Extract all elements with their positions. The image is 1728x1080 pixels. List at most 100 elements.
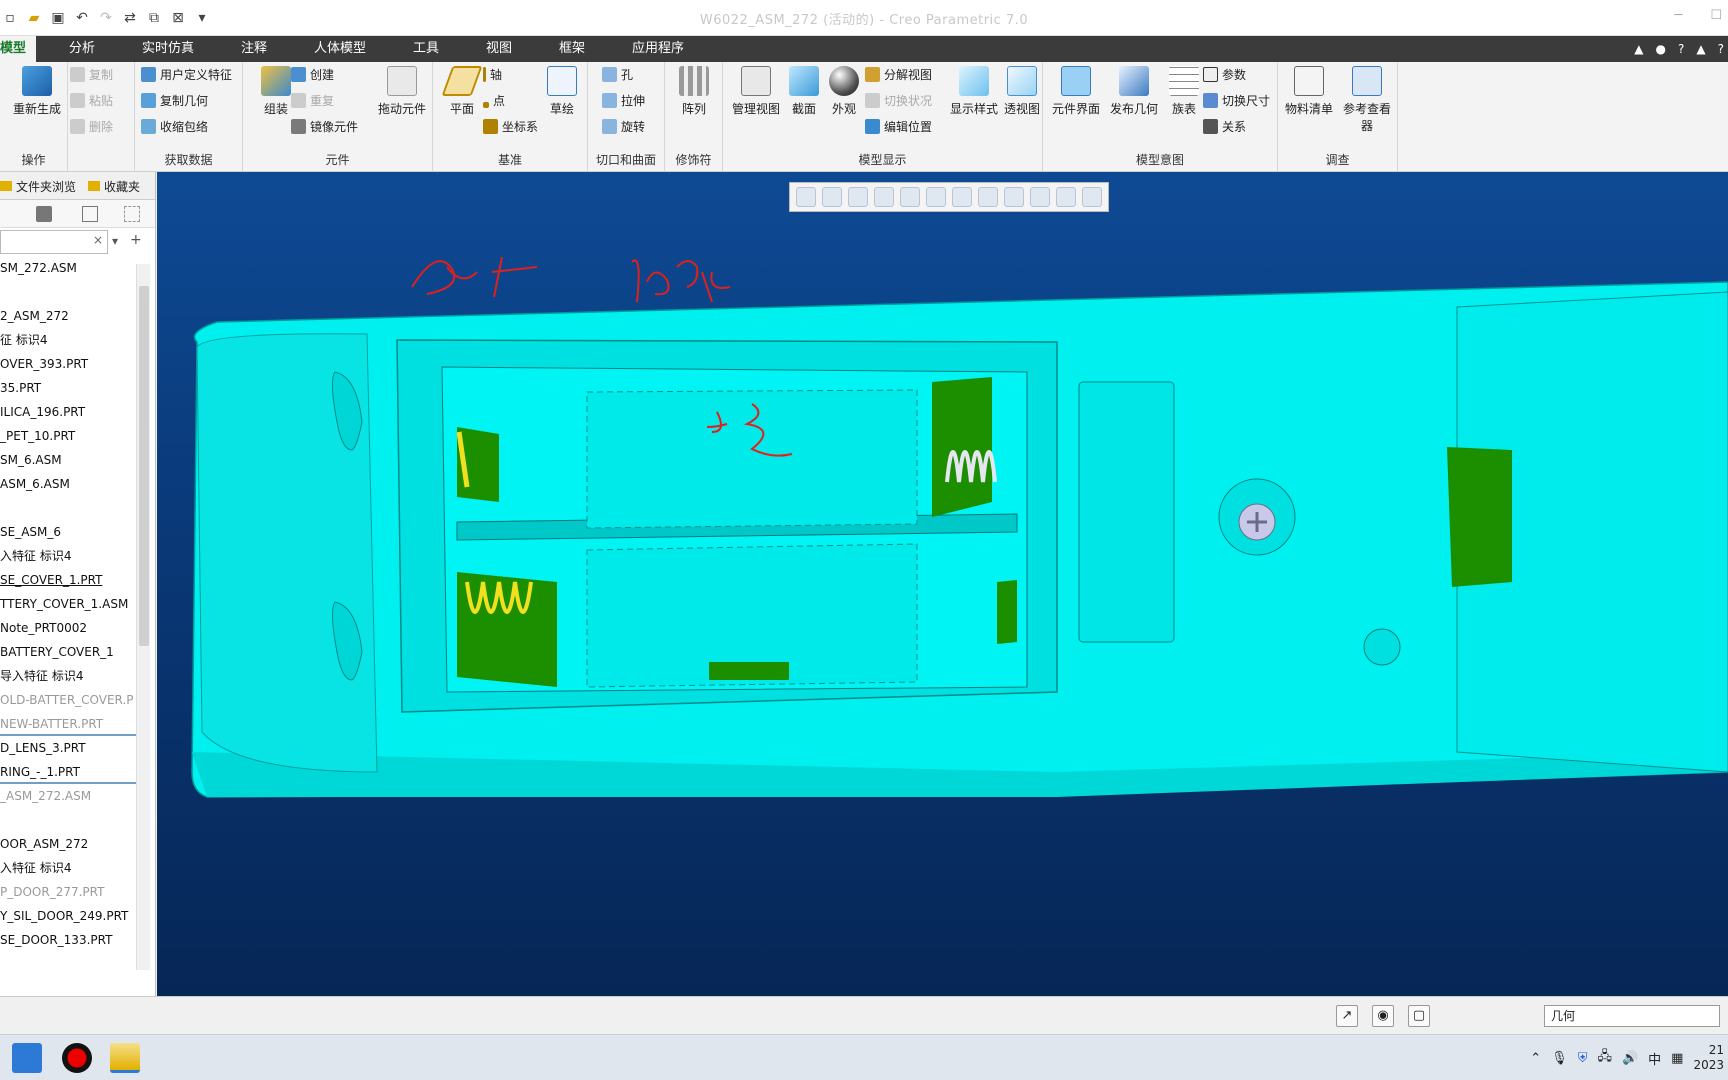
group-label-component[interactable]: 元件	[243, 151, 432, 168]
help-icon[interactable]: ?	[1678, 42, 1684, 56]
ime-mode-icon[interactable]: ▦	[1671, 1051, 1683, 1066]
ime-indicator[interactable]: 中	[1648, 1049, 1661, 1068]
tree-item[interactable]: _ASM_272.ASM	[0, 784, 136, 808]
tab-favorites[interactable]: 收藏夹	[88, 178, 140, 195]
tree-scrollbar[interactable]	[136, 264, 150, 970]
parameters-button[interactable]: 参数	[1203, 64, 1246, 86]
tree-item[interactable]	[0, 280, 136, 304]
group-label-operations[interactable]: 操作	[0, 151, 67, 168]
tree-search-input[interactable]: ×	[0, 230, 108, 254]
reference-viewer-button[interactable]: 参考查看器	[1338, 66, 1396, 134]
tree-settings-icon[interactable]	[36, 206, 52, 222]
tree-item[interactable]: 35.PRT	[0, 376, 136, 400]
volume-icon[interactable]: 🔊	[1622, 1051, 1638, 1066]
tree-item[interactable]: P_DOOR_277.PRT	[0, 880, 136, 904]
tree-item[interactable]: OOR_ASM_272	[0, 832, 136, 856]
tab-tools[interactable]: 工具	[413, 36, 439, 62]
add-icon[interactable]: +	[130, 232, 142, 248]
tab-view[interactable]: 视图	[486, 36, 512, 62]
recorder-app-icon[interactable]	[62, 1043, 92, 1073]
csys-button[interactable]: 坐标系	[483, 116, 538, 138]
tree-item[interactable]: SE_DOOR_133.PRT	[0, 928, 136, 952]
drag-component-button[interactable]: 拖动元件	[373, 66, 431, 117]
tree-item[interactable]: RING_-_1.PRT	[0, 760, 136, 784]
tab-applications[interactable]: 应用程序	[632, 36, 684, 62]
tree-item[interactable]: 导入特征 标识4	[0, 664, 136, 688]
tree-item[interactable]: D_LENS_3.PRT	[0, 736, 136, 760]
group-label-cuts-surfaces[interactable]: 切口和曲面	[588, 151, 664, 168]
shrinkwrap-button[interactable]: 收缩包络	[141, 116, 208, 138]
tree-filter-icon[interactable]	[124, 206, 140, 222]
tree-scroll-thumb[interactable]	[139, 286, 149, 646]
calculator-app-icon[interactable]	[12, 1043, 42, 1073]
point-button[interactable]: 点	[483, 90, 505, 112]
tree-item[interactable]	[0, 808, 136, 832]
minimize-icon[interactable]: ─	[1675, 8, 1683, 23]
udf-button[interactable]: 用户定义特征	[141, 64, 232, 86]
graphics-viewport[interactable]	[157, 172, 1728, 996]
group-label-model-display[interactable]: 模型显示	[723, 151, 1042, 168]
tree-item[interactable]	[0, 496, 136, 520]
tab-manikin[interactable]: 人体模型	[314, 36, 366, 62]
group-label-get-data[interactable]: 获取数据	[135, 151, 242, 168]
tree-item[interactable]: _PET_10.PRT	[0, 424, 136, 448]
explode-view-button[interactable]: 分解视图	[865, 64, 932, 86]
delete-button[interactable]: 删除	[70, 116, 113, 138]
axis-button[interactable]: 轴	[483, 64, 502, 86]
group-label-model-intent[interactable]: 模型意图	[1043, 151, 1277, 168]
group-label-datum[interactable]: 基准	[433, 151, 587, 168]
extrude-button[interactable]: 拉伸	[602, 90, 645, 112]
tree-item[interactable]: SE_ASM_6	[0, 520, 136, 544]
bom-button[interactable]: 物料清单	[1280, 66, 1338, 117]
group-label-investigate[interactable]: 调查	[1278, 151, 1397, 168]
tree-item[interactable]: BATTERY_COVER_1	[0, 640, 136, 664]
pattern-button[interactable]: 阵列	[665, 66, 723, 117]
clock[interactable]: 21 2023	[1693, 1043, 1724, 1073]
copy-geometry-button[interactable]: 复制几何	[141, 90, 208, 112]
tree-columns-icon[interactable]	[82, 206, 98, 222]
paste-button[interactable]: 粘贴	[70, 90, 113, 112]
relations-button[interactable]: 关系	[1203, 116, 1246, 138]
tree-item[interactable]: 入特征 标识4	[0, 544, 136, 568]
selection-filter-select[interactable]: 几何	[1544, 1005, 1720, 1027]
tab-analysis[interactable]: 分析	[69, 36, 95, 62]
selection-box-icon[interactable]: ▢	[1408, 1005, 1430, 1027]
tab-folder-browser[interactable]: 文件夹浏览	[0, 178, 76, 195]
tree-item[interactable]: SM_6.ASM	[0, 448, 136, 472]
tree-item[interactable]: SM_272.ASM	[0, 256, 136, 280]
copy-button[interactable]: 复制	[70, 64, 113, 86]
collapse-ribbon-icon[interactable]: ▲	[1634, 42, 1643, 56]
maximize-icon[interactable]: ☐	[1710, 8, 1722, 23]
revolve-button[interactable]: 旋转	[602, 116, 645, 138]
tree-item[interactable]: OLD-BATTER_COVER.P	[0, 688, 136, 712]
tree-item[interactable]: ASM_6.ASM	[0, 472, 136, 496]
tree-item[interactable]: TTERY_COVER_1.ASM	[0, 592, 136, 616]
tree-item[interactable]: 征 标识4	[0, 328, 136, 352]
hole-button[interactable]: 孔	[602, 64, 633, 86]
tree-item[interactable]: 2_ASM_272	[0, 304, 136, 328]
find-binoculars-icon[interactable]: ◉	[1372, 1005, 1394, 1027]
group-label-modifiers[interactable]: 修饰符	[665, 151, 722, 168]
tree-item[interactable]: OVER_393.PRT	[0, 352, 136, 376]
tree-item[interactable]: Y_SIL_DOOR_249.PRT	[0, 904, 136, 928]
tab-model[interactable]: 模型	[0, 36, 37, 62]
tab-simulation[interactable]: 实时仿真	[142, 36, 194, 62]
help-dropdown-icon[interactable]: ?	[1718, 42, 1724, 56]
network-icon[interactable]: 🖧	[1597, 1047, 1612, 1069]
search-dropdown-icon[interactable]: ▾	[112, 234, 118, 248]
toggle-status-button[interactable]: 切换状况	[865, 90, 932, 112]
mirror-component-button[interactable]: 镜像元件	[291, 116, 358, 138]
clear-search-icon[interactable]: ×	[93, 233, 103, 247]
tree-item[interactable]: SE_COVER_1.PRT	[0, 568, 136, 592]
tree-item[interactable]: ILICA_196.PRT	[0, 400, 136, 424]
create-button[interactable]: 创建	[291, 64, 334, 86]
tab-framework[interactable]: 框架	[559, 36, 585, 62]
microphone-icon[interactable]: 🎙	[1551, 1051, 1568, 1066]
tray-overflow-icon[interactable]: ⌃	[1530, 1051, 1541, 1066]
shield-icon[interactable]: ⛨	[1578, 1051, 1588, 1066]
regenerate-button[interactable]: 重新生成	[8, 66, 66, 117]
tree-item[interactable]: NEW-BATTER.PRT	[0, 712, 136, 736]
file-explorer-app-icon[interactable]	[110, 1043, 140, 1073]
tree-item[interactable]: Note_PRT0002	[0, 616, 136, 640]
smart-select-icon[interactable]: ↗	[1336, 1005, 1358, 1027]
